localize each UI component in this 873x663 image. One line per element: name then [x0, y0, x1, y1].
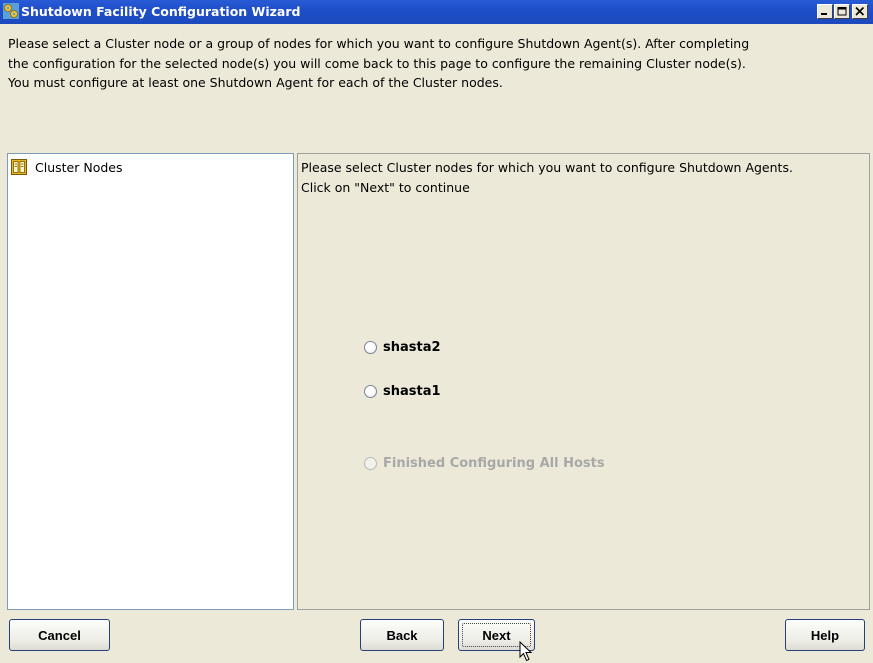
radio-shasta2[interactable]: shasta2: [364, 340, 441, 355]
panel-instructions: Please select Cluster nodes for which yo…: [301, 158, 793, 197]
minimize-icon: [821, 13, 827, 15]
cluster-nodes-tree[interactable]: Cluster Nodes: [7, 153, 294, 610]
panel-instruction-line: Click on "Next" to continue: [301, 179, 470, 195]
radio-shasta1[interactable]: shasta1: [364, 384, 441, 399]
radio-label: Finished Configuring All Hosts: [383, 456, 605, 471]
radio-label[interactable]: shasta1: [383, 384, 441, 399]
cluster-nodes-icon: [11, 159, 27, 175]
radio-label[interactable]: shasta2: [383, 340, 441, 355]
instruction-line: Please select a Cluster node or a group …: [8, 36, 750, 51]
window-title: Shutdown Facility Configuration Wizard: [21, 4, 301, 19]
tree-item-label: Cluster Nodes: [35, 159, 123, 175]
radio-button-circle[interactable]: [364, 341, 377, 354]
maximize-button[interactable]: [834, 4, 850, 19]
instructions-text: Please select a Cluster node or a group …: [0, 34, 873, 150]
panel-instruction-line: Please select Cluster nodes for which yo…: [301, 160, 793, 175]
back-button[interactable]: Back: [360, 619, 444, 651]
radio-button-circle: [364, 457, 377, 470]
instruction-line: the configuration for the selected node(…: [8, 55, 746, 71]
close-button[interactable]: [852, 4, 868, 19]
title-bar[interactable]: Shutdown Facility Configuration Wizard: [0, 0, 873, 24]
radio-finished-configuring: Finished Configuring All Hosts: [364, 456, 605, 471]
mouse-cursor-icon: [519, 641, 533, 662]
minimize-button[interactable]: [817, 4, 833, 19]
maximize-icon: [837, 7, 847, 16]
tree-item-cluster-nodes[interactable]: Cluster Nodes: [11, 158, 122, 176]
node-selection-panel: Please select Cluster nodes for which yo…: [297, 153, 870, 610]
app-icon: [3, 3, 19, 19]
help-button[interactable]: Help: [785, 619, 865, 651]
cancel-button[interactable]: Cancel: [9, 619, 110, 651]
instruction-line: You must configure at least one Shutdown…: [8, 75, 503, 90]
radio-button-circle[interactable]: [364, 385, 377, 398]
close-icon: [855, 7, 865, 16]
